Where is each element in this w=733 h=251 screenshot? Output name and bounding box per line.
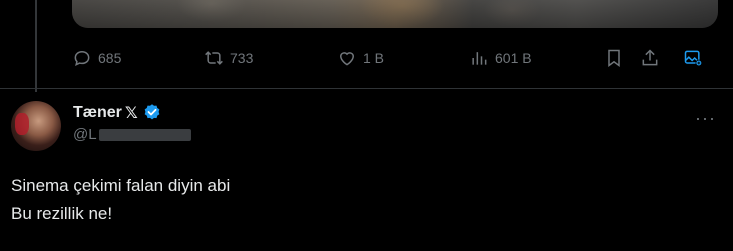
more-options-icon[interactable]: ···: [695, 108, 716, 129]
reply-icon: [74, 50, 90, 67]
media-button[interactable]: [683, 48, 703, 68]
tweet-text-line-2: Bu rezillik ne!: [11, 204, 113, 223]
bookmark-icon: [608, 49, 620, 67]
tweet-divider: [0, 88, 733, 89]
author-handle-row[interactable]: @L: [73, 126, 191, 143]
views-count: 601 B: [495, 50, 532, 66]
tweet-media-image[interactable]: [72, 0, 718, 28]
views-icon: [472, 52, 487, 65]
thread-connector-line: [35, 0, 37, 92]
handle-redaction: [98, 128, 191, 141]
tweet-action-bar: 685 733 1 B 601 B: [72, 48, 718, 72]
tweet-text: Sinema çekimi falan diyin abi Bu rezilli…: [11, 172, 230, 228]
views-button[interactable]: 601 B: [469, 48, 532, 68]
author-name-suffix: 𝕏: [124, 105, 138, 122]
tweet-text-line-1: Sinema çekimi falan diyin abi: [11, 176, 231, 195]
verified-badge-icon: [144, 104, 160, 120]
like-button[interactable]: 1 B: [337, 48, 384, 68]
media-shade: [72, 0, 718, 28]
like-count: 1 B: [363, 50, 385, 66]
repost-icon: [205, 51, 223, 65]
heart-icon: [339, 52, 355, 66]
image-icon: [684, 50, 703, 67]
author-name-row[interactable]: Tæner 𝕏: [73, 102, 162, 124]
reply-button[interactable]: 685: [72, 48, 121, 68]
share-icon: [642, 49, 658, 66]
repost-count: 733: [230, 50, 254, 66]
avatar[interactable]: [11, 101, 61, 151]
reply-count: 685: [98, 50, 122, 66]
repost-button[interactable]: 733: [204, 48, 253, 68]
author-handle: @L: [73, 126, 97, 143]
avatar-detail: [15, 113, 29, 135]
share-button[interactable]: [640, 48, 660, 68]
author-name: Tæner: [73, 104, 122, 121]
bookmark-button[interactable]: [604, 48, 624, 68]
